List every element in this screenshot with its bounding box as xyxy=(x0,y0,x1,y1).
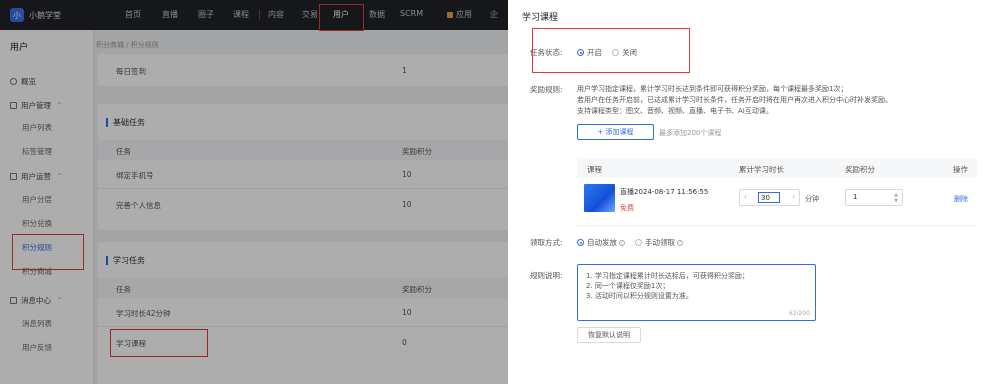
char-counter: 62/200 xyxy=(788,310,810,317)
add-course-button[interactable]: + 添加课程 xyxy=(577,124,654,140)
description-line: 1. 学习指定课程累计时长达标后，可获得积分奖励； xyxy=(586,272,749,280)
duration-stepper[interactable]: ‹ 30 › xyxy=(739,189,800,206)
delete-course-link[interactable]: 删除 xyxy=(954,194,968,204)
learning-course-drawer: 学习课程 任务状态: 开启 关闭 奖励规则: 用户学习指定课程，累计学习时长达到… xyxy=(508,0,1000,384)
col-action: 操作 xyxy=(953,165,968,174)
help-icon[interactable]: ? xyxy=(677,239,683,246)
rule-line: 支持课程类型：图文、音频、视频、直播、电子书、AI互动课。 xyxy=(577,107,773,115)
reward-points-stepper[interactable]: 1 ▲ ▼ xyxy=(845,189,903,206)
radio-claim-manual-label: 手动领取 xyxy=(645,238,675,247)
rule-line: 用户学习指定课程，累计学习时长达到条件即可获得积分奖励，每个课程最多奖励1次； xyxy=(577,85,848,93)
description-line: 2. 同一个课程仅奖励1次； xyxy=(586,282,670,290)
stepper-arrows-icon[interactable]: ▲ ▼ xyxy=(894,192,898,204)
claim-radio-group: 自动发放 ? 手动领取 ? xyxy=(577,237,683,248)
course-thumbnail xyxy=(584,184,615,212)
row-divider xyxy=(577,225,977,226)
drawer-title: 学习课程 xyxy=(522,13,559,23)
add-course-hint: 最多添加200个课程 xyxy=(659,129,722,137)
drawer-mask[interactable] xyxy=(0,0,508,384)
rule-line: 若用户在任务开启前，已达成累计学习时长条件，任务开启时将在用户再次进入积分中心时… xyxy=(577,96,892,104)
description-label: 规则说明: xyxy=(530,271,563,280)
course-name: 直播2024-08-17 11:56:55 xyxy=(620,188,709,196)
col-duration: 累计学习时长 xyxy=(739,165,784,174)
description-line: 3. 活动时间以积分规则设置为准。 xyxy=(586,292,693,300)
help-icon[interactable]: ? xyxy=(619,239,625,246)
radio-claim-manual[interactable] xyxy=(635,239,642,246)
rule-description-textarea[interactable]: 1. 学习指定课程累计时长达标后，可获得积分奖励； 2. 同一个课程仅奖励1次；… xyxy=(577,264,816,321)
claim-label: 领取方式: xyxy=(530,238,563,247)
radio-claim-auto[interactable] xyxy=(577,239,584,246)
duration-input[interactable]: 30 xyxy=(758,192,780,203)
reset-description-button[interactable]: 恢复默认说明 xyxy=(577,327,641,343)
col-reward-points: 奖励积分 xyxy=(845,165,875,174)
highlight-status xyxy=(532,28,690,73)
col-course: 课程 xyxy=(587,165,602,174)
rule-label: 奖励规则: xyxy=(530,85,563,94)
plus-icon[interactable]: › xyxy=(792,193,795,201)
radio-claim-auto-label: 自动发放 xyxy=(587,238,617,247)
reward-points-value[interactable]: 1 xyxy=(853,193,857,201)
course-table-header: 课程 累计学习时长 奖励积分 操作 xyxy=(577,158,977,178)
minus-icon[interactable]: ‹ xyxy=(744,193,747,201)
duration-unit: 分钟 xyxy=(805,195,819,203)
course-price-tag: 免费 xyxy=(620,204,634,212)
